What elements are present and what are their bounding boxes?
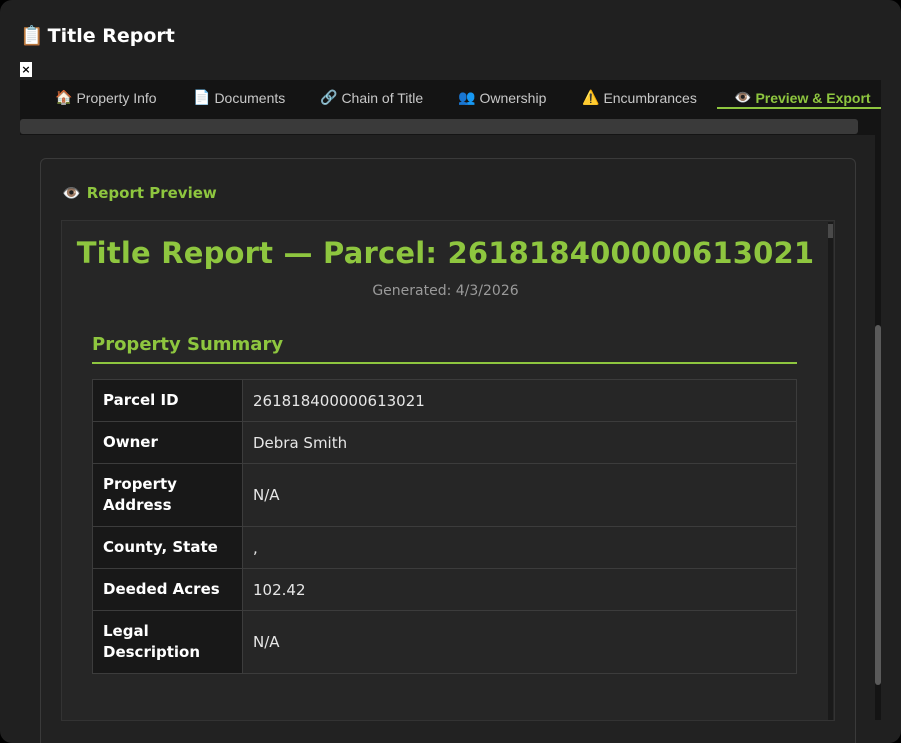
tab-scrollbar-thumb[interactable] — [20, 119, 858, 134]
report-scrollbar-thumb[interactable] — [828, 224, 833, 238]
tab-property-info[interactable]: 🏠 Property Info — [55, 89, 157, 106]
tab-label: Chain of Title — [341, 89, 424, 106]
tab-label: Property Info — [76, 89, 157, 106]
preview-heading-text: Report Preview — [86, 184, 217, 202]
row-key: Legal Description — [92, 610, 243, 674]
section-title: Property Summary — [92, 334, 284, 355]
tab-documents[interactable]: 📄 Documents — [193, 89, 285, 106]
tab-preview-export[interactable]: 👁️ Preview & Export — [734, 89, 871, 106]
clipboard-icon: 📋 — [20, 25, 44, 47]
table-row: Owner Debra Smith — [92, 421, 797, 464]
row-value: 261818400000613021 — [242, 379, 797, 422]
row-value: , — [242, 526, 797, 569]
document-icon: 📄 — [193, 89, 211, 105]
row-key: Deeded Acres — [92, 568, 243, 611]
window-title: 📋 Title Report — [20, 24, 175, 48]
property-summary-table: Parcel ID 261818400000613021 Owner Debra… — [92, 379, 797, 674]
table-row: Deeded Acres 102.42 — [92, 568, 797, 611]
section-divider — [92, 362, 797, 364]
report-document: Title Report — Parcel: 26181840000061302… — [61, 220, 835, 721]
title-report-window: 📋 Title Report × 🏠 Property Info 📄 Docum… — [0, 0, 901, 743]
report-title: Title Report — Parcel: 26181840000061302… — [76, 236, 815, 270]
table-row: County, State , — [92, 526, 797, 569]
warning-icon: ⚠️ — [582, 89, 600, 105]
users-icon: 👥 — [458, 89, 476, 105]
house-icon: 🏠 — [55, 89, 73, 105]
row-key: Property Address — [92, 463, 243, 527]
eye-icon: 👁️ — [62, 184, 81, 202]
tab-chain-of-title[interactable]: 🔗 Chain of Title — [320, 89, 423, 106]
row-value: Debra Smith — [242, 421, 797, 464]
tab-label: Encumbrances — [603, 89, 697, 106]
tab-bar: 🏠 Property Info 📄 Documents 🔗 Chain of T… — [20, 80, 881, 109]
row-key: Parcel ID — [92, 379, 243, 422]
row-value: N/A — [242, 463, 797, 527]
report-scrollbar-track — [828, 222, 833, 720]
row-key: Owner — [92, 421, 243, 464]
eye-icon: 👁️ — [734, 89, 752, 105]
row-key: County, State — [92, 526, 243, 569]
tab-label: Ownership — [479, 89, 547, 106]
table-row: Parcel ID 261818400000613021 — [92, 379, 797, 422]
tab-encumbrances[interactable]: ⚠️ Encumbrances — [582, 89, 697, 106]
tab-ownership[interactable]: 👥 Ownership — [458, 89, 546, 106]
link-icon: 🔗 — [320, 89, 338, 105]
table-row: Legal Description N/A — [92, 610, 797, 674]
close-button[interactable]: × — [20, 62, 32, 77]
report-generated-date: Generated: 4/3/2026 — [372, 283, 519, 299]
page-scrollbar-thumb[interactable] — [875, 325, 881, 685]
row-value: N/A — [242, 610, 797, 674]
table-row: Property Address N/A — [92, 463, 797, 527]
row-value: 102.42 — [242, 568, 797, 611]
window-title-text: Title Report — [47, 24, 175, 47]
preview-heading: 👁️ Report Preview — [62, 184, 217, 202]
tab-label: Documents — [214, 89, 286, 106]
tab-label: Preview & Export — [755, 89, 871, 106]
